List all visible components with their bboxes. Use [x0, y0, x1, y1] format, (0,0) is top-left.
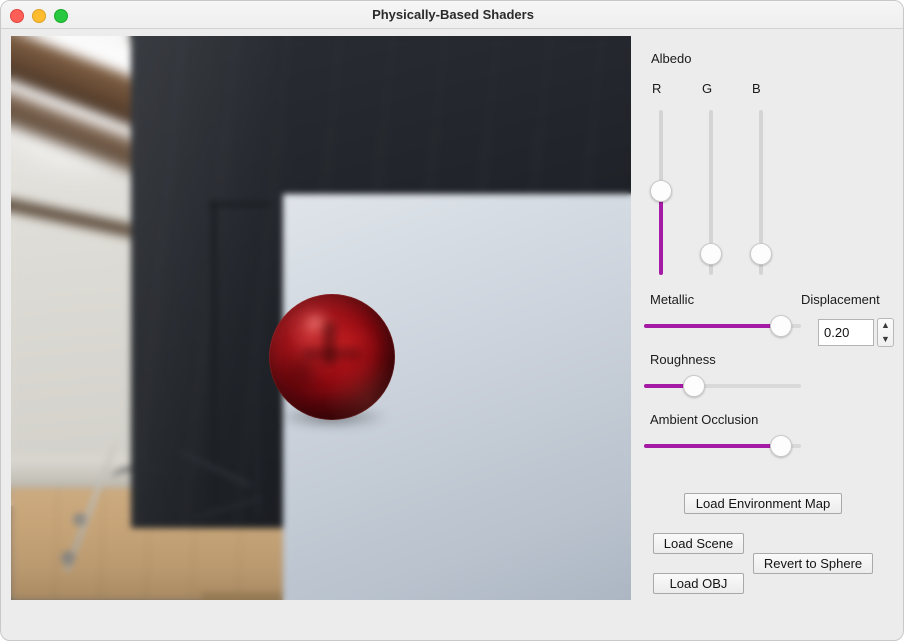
- revert-to-sphere-button[interactable]: Revert to Sphere: [753, 553, 873, 574]
- ambient-occlusion-handle[interactable]: [769, 435, 792, 457]
- displacement-decrement-button[interactable]: ▼: [878, 333, 893, 346]
- metallic-label: Metallic: [650, 292, 695, 307]
- albedo-r-fill: [659, 191, 663, 275]
- albedo-b-handle[interactable]: [750, 242, 772, 265]
- ambient-occlusion-slider[interactable]: [644, 435, 801, 457]
- ambient-occlusion-fill: [644, 444, 781, 448]
- displacement-increment-button[interactable]: ▲: [878, 319, 893, 332]
- displacement-field[interactable]: 0.20: [818, 319, 874, 346]
- pbr-sphere[interactable]: [269, 294, 395, 428]
- displacement-value: 0.20: [824, 325, 850, 340]
- displacement-stepper[interactable]: ▲ ▼: [877, 318, 894, 347]
- ambient-occlusion-label: Ambient Occlusion: [650, 412, 759, 427]
- roughness-slider[interactable]: [644, 375, 801, 397]
- albedo-b-slider[interactable]: [750, 110, 772, 275]
- app-window: Physically-Based Shaders Albedo R G B Me…: [0, 0, 904, 641]
- metallic-slider[interactable]: [644, 315, 801, 337]
- albedo-r-handle[interactable]: [650, 180, 672, 203]
- roughness-handle[interactable]: [683, 375, 706, 397]
- albedo-g-handle[interactable]: [700, 242, 722, 265]
- render-viewport[interactable]: [11, 36, 631, 600]
- metallic-fill: [644, 324, 781, 328]
- albedo-r-label: R: [652, 81, 662, 96]
- albedo-label: Albedo: [651, 51, 692, 66]
- albedo-r-slider[interactable]: [650, 110, 672, 275]
- sphere-rim-light: [269, 294, 395, 420]
- displacement-label: Displacement: [801, 292, 880, 307]
- metallic-handle[interactable]: [769, 315, 792, 337]
- albedo-g-label: G: [702, 81, 713, 96]
- load-obj-button[interactable]: Load OBJ: [653, 573, 744, 594]
- albedo-g-slider[interactable]: [700, 110, 722, 275]
- load-scene-button[interactable]: Load Scene: [653, 533, 744, 554]
- roughness-label: Roughness: [650, 352, 716, 367]
- albedo-b-label: B: [752, 81, 761, 96]
- shader-control-panel: Albedo R G B Metallic Displacement 0.20 …: [637, 36, 899, 606]
- load-environment-map-button[interactable]: Load Environment Map: [684, 493, 842, 514]
- title-bar: Physically-Based Shaders: [1, 1, 903, 29]
- window-title: Physically-Based Shaders: [372, 7, 534, 22]
